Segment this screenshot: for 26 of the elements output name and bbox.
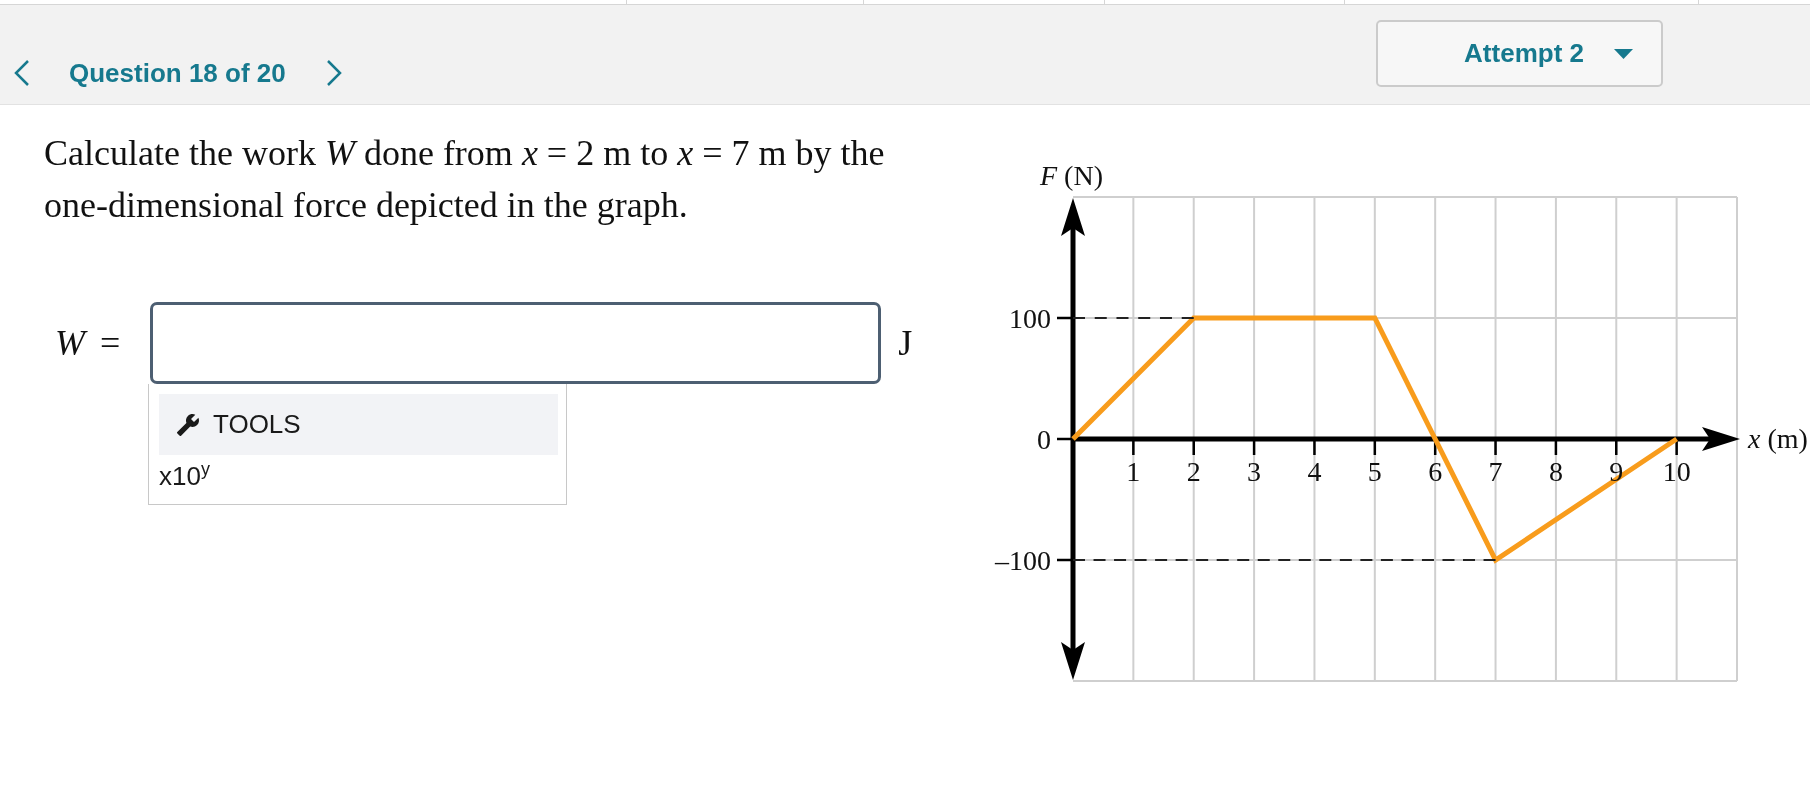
tick-label: –100 — [995, 544, 1051, 576]
tick-label: 0 — [1037, 423, 1051, 455]
axis-label: F (N) — [1040, 159, 1103, 193]
unit-label: J — [898, 322, 913, 365]
tools-button[interactable]: TOOLS — [159, 394, 558, 455]
exponent-option[interactable]: x10$^{y}$ — [159, 459, 210, 493]
chevron-right-icon[interactable] — [325, 60, 342, 86]
tick-label: 2 — [1186, 455, 1201, 487]
question-text: Calculate the work W done from x = 2 m to x = 7 m by the one-dimensional force depicted in the graph. — [44, 132, 886, 227]
answer-label: W = — [55, 322, 121, 365]
question-counter[interactable]: Question 18 of 20 — [69, 58, 286, 88]
attempt-dropdown[interactable]: Attempt 2 — [1376, 20, 1663, 87]
answer-field[interactable] — [150, 302, 882, 384]
tick-label: 1 — [1126, 455, 1141, 487]
tick-label: 4 — [1307, 455, 1322, 487]
chevron-left-icon[interactable] — [14, 60, 30, 86]
tick-label: 8 — [1548, 455, 1563, 487]
wrench-icon — [176, 412, 200, 437]
tick-label: 5 — [1367, 455, 1382, 487]
tick-label: 3 — [1247, 455, 1262, 487]
caret-icon — [1614, 48, 1633, 59]
tick-label: 10 — [1662, 455, 1691, 487]
tick-label: 6 — [1428, 455, 1443, 487]
tick-label: 100 — [1009, 302, 1051, 334]
axis-label: x (m) — [1748, 422, 1808, 456]
tick-label: 7 — [1488, 455, 1503, 487]
